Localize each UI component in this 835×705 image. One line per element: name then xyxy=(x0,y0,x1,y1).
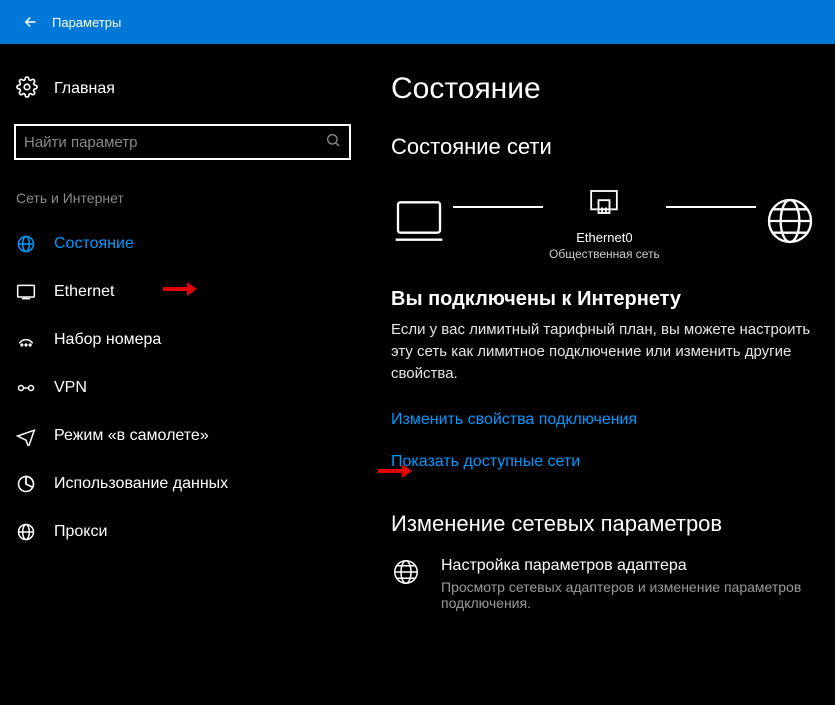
annotation-arrow-status xyxy=(163,282,197,296)
main-content: Состояние Состояние сети Ethernet0 Общес… xyxy=(365,44,835,705)
status-icon xyxy=(16,234,36,254)
dialup-icon xyxy=(16,330,36,350)
search-icon xyxy=(325,132,341,152)
window-title: Параметры xyxy=(52,15,121,30)
sidebar-item-dialup[interactable]: Набор номера xyxy=(0,316,365,364)
ethernet-icon xyxy=(16,282,36,302)
network-diagram: Ethernet0 Общественная сеть xyxy=(391,180,835,262)
connector-line xyxy=(666,206,756,208)
connection-name: Ethernet0 xyxy=(549,230,660,247)
page-title: Состояние xyxy=(391,72,835,106)
proxy-icon xyxy=(16,522,36,542)
adapter-settings-item[interactable]: Настройка параметров адаптера Просмотр с… xyxy=(391,557,835,611)
link-show-available-networks[interactable]: Показать доступные сети xyxy=(391,453,835,471)
sidebar-item-label: Использование данных xyxy=(54,475,228,493)
sidebar-item-status[interactable]: Состояние xyxy=(0,220,365,268)
adapter-desc: Просмотр сетевых адаптеров и изменение п… xyxy=(441,579,821,611)
sidebar-item-airplane[interactable]: Режим «в самолете» xyxy=(0,412,365,460)
globe-icon xyxy=(762,193,818,249)
annotation-arrow-change-properties xyxy=(378,464,412,478)
sidebar: Главная Сеть и Интернет Состояние xyxy=(0,44,365,705)
gear-icon xyxy=(16,76,38,102)
connected-heading: Вы подключены к Интернету xyxy=(391,288,835,311)
vpn-icon xyxy=(16,378,36,398)
titlebar: Параметры xyxy=(0,0,835,44)
back-button[interactable] xyxy=(8,0,48,44)
home-label: Главная xyxy=(54,80,115,98)
search-box[interactable] xyxy=(14,124,351,160)
sidebar-section-title: Сеть и Интернет xyxy=(0,190,365,220)
sidebar-item-label: Состояние xyxy=(54,235,134,253)
sidebar-item-label: Ethernet xyxy=(54,283,114,301)
sidebar-item-label: Прокси xyxy=(54,523,107,541)
arrow-left-icon xyxy=(19,13,37,31)
sidebar-item-label: Набор номера xyxy=(54,331,161,349)
adapter-globe-icon xyxy=(391,557,421,591)
sidebar-item-label: Режим «в самолете» xyxy=(54,427,209,445)
pc-icon xyxy=(391,193,447,249)
change-network-settings-title: Изменение сетевых параметров xyxy=(391,511,835,537)
search-input[interactable] xyxy=(24,134,325,151)
router-icon xyxy=(582,180,626,224)
sidebar-item-datausage[interactable]: Использование данных xyxy=(0,460,365,508)
sidebar-item-proxy[interactable]: Прокси xyxy=(0,508,365,556)
datausage-icon xyxy=(16,474,36,494)
connected-body: Если у вас лимитный тарифный план, вы мо… xyxy=(391,319,811,384)
home-button[interactable]: Главная xyxy=(0,68,365,118)
connection-profile: Общественная сеть xyxy=(549,247,660,263)
link-change-connection-properties[interactable]: Изменить свойства подключения xyxy=(391,411,835,429)
network-status-title: Состояние сети xyxy=(391,134,835,160)
sidebar-item-label: VPN xyxy=(54,379,87,397)
airplane-icon xyxy=(16,426,36,446)
connector-line xyxy=(453,206,543,208)
adapter-title: Настройка параметров адаптера xyxy=(441,557,821,575)
sidebar-item-vpn[interactable]: VPN xyxy=(0,364,365,412)
